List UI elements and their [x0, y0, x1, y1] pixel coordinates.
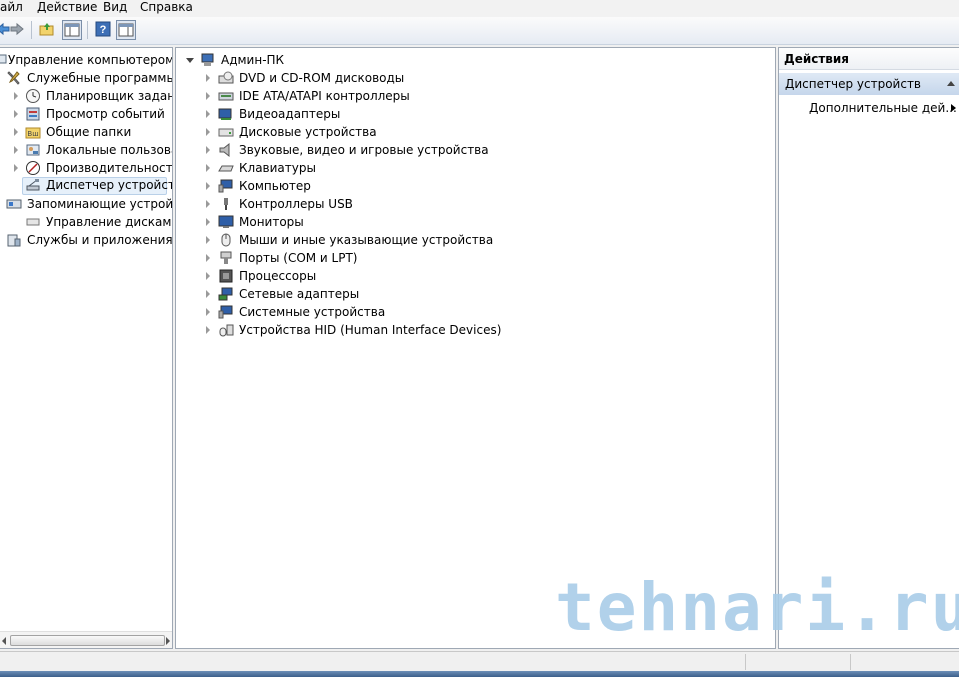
scroll-right-icon[interactable]	[166, 637, 170, 645]
toolbar: ?	[0, 17, 959, 45]
usb-icon	[224, 198, 228, 210]
expand-arrow-icon[interactable]	[206, 290, 210, 298]
expand-arrow-icon[interactable]	[206, 146, 210, 154]
expand-arrow-icon[interactable]	[14, 92, 18, 100]
performance-icon	[26, 161, 40, 175]
watermark: tehnari.ru	[555, 569, 959, 646]
action-pane-icon	[118, 23, 134, 37]
scroll-left-icon[interactable]	[2, 637, 6, 645]
status-divider	[850, 654, 851, 670]
expand-arrow-icon[interactable]	[206, 164, 210, 172]
shared-folder-icon: Вш	[25, 127, 41, 139]
forward-button[interactable]	[8, 20, 28, 40]
menu-action[interactable]: Действие	[37, 0, 97, 15]
forward-arrow-icon	[10, 22, 24, 36]
svg-text:Вш: Вш	[27, 130, 38, 138]
horizontal-scrollbar[interactable]	[0, 631, 172, 648]
expand-arrow-icon[interactable]	[206, 254, 210, 262]
monitor-icon	[218, 215, 234, 228]
expand-arrow-icon[interactable]	[206, 308, 210, 316]
expand-arrow-icon[interactable]	[206, 182, 210, 190]
toolbar-separator	[31, 21, 32, 39]
actions-section-label: Диспетчер устройств	[785, 77, 922, 91]
actions-pane: Действия Диспетчер устройств Дополнитель…	[778, 47, 959, 649]
expand-arrow-icon[interactable]	[206, 326, 210, 334]
folder-up-icon	[39, 23, 54, 36]
toolbar-separator	[87, 21, 88, 39]
clock-icon	[26, 89, 40, 103]
port-icon	[220, 251, 232, 264]
services-icon	[7, 234, 21, 247]
status-bar	[0, 651, 959, 672]
users-icon	[26, 144, 40, 156]
expand-arrow-icon[interactable]	[14, 110, 18, 118]
network-adapter-icon	[218, 287, 233, 301]
device-tree-pane: Админ-ПК DVD и CD-ROM дисководы IDE ATA/…	[175, 47, 776, 649]
expand-arrow-icon[interactable]	[206, 92, 210, 100]
menu-bar: айл Действие Вид Справка	[0, 0, 959, 17]
expand-arrow-icon[interactable]	[206, 218, 210, 226]
expand-arrow-icon[interactable]	[206, 200, 210, 208]
dvd-drive-icon	[218, 71, 234, 84]
computer-management-icon	[0, 54, 7, 64]
show-hide-tree-button[interactable]	[62, 20, 82, 40]
ide-controller-icon	[218, 92, 234, 101]
scrollbar-thumb[interactable]	[10, 635, 165, 646]
expand-arrow-icon[interactable]	[14, 146, 18, 154]
keyboard-icon	[218, 165, 234, 172]
submenu-arrow-icon[interactable]	[951, 104, 956, 112]
computer-icon	[201, 53, 214, 66]
expand-arrow-icon[interactable]	[206, 272, 210, 280]
help-button[interactable]: ?	[94, 20, 114, 40]
collapse-arrow-icon[interactable]	[186, 58, 194, 63]
disk-management-icon	[26, 218, 40, 226]
show-action-pane-button[interactable]	[116, 20, 136, 40]
expand-arrow-icon[interactable]	[14, 164, 18, 172]
menu-help[interactable]: Справка	[140, 0, 193, 15]
expand-arrow-icon[interactable]	[206, 128, 210, 136]
expand-arrow-icon[interactable]	[14, 128, 18, 136]
up-level-button[interactable]	[38, 20, 58, 40]
svg-text:?: ?	[100, 24, 107, 36]
processor-icon	[219, 269, 233, 283]
status-divider	[745, 654, 746, 670]
collapse-caret-icon[interactable]	[947, 81, 955, 86]
device-manager-icon	[26, 179, 40, 191]
mouse-icon	[221, 233, 231, 247]
speaker-icon	[219, 142, 230, 158]
system-devices-icon	[218, 305, 233, 319]
display-adapter-icon	[218, 108, 232, 120]
computer-icon	[218, 179, 233, 193]
disk-drive-icon	[218, 128, 234, 137]
expand-arrow-icon[interactable]	[206, 74, 210, 82]
console-tree-pane: Управление компьютером (л Служебные прог…	[0, 47, 173, 649]
actions-section-device-manager[interactable]: Диспетчер устройств	[779, 73, 959, 95]
event-viewer-icon	[26, 107, 40, 121]
tools-icon	[7, 71, 20, 85]
storage-icon	[6, 199, 22, 209]
help-icon: ?	[95, 21, 111, 37]
actions-header: Действия	[779, 48, 959, 70]
hid-icon	[219, 324, 234, 337]
menu-file[interactable]: айл	[0, 0, 23, 15]
more-actions-item[interactable]: Дополнительные дей...	[809, 98, 957, 118]
expand-arrow-icon[interactable]	[206, 236, 210, 244]
menu-view[interactable]: Вид	[103, 0, 127, 15]
console-tree-icon	[64, 23, 80, 37]
expand-arrow-icon[interactable]	[206, 110, 210, 118]
taskbar-edge	[0, 671, 959, 677]
